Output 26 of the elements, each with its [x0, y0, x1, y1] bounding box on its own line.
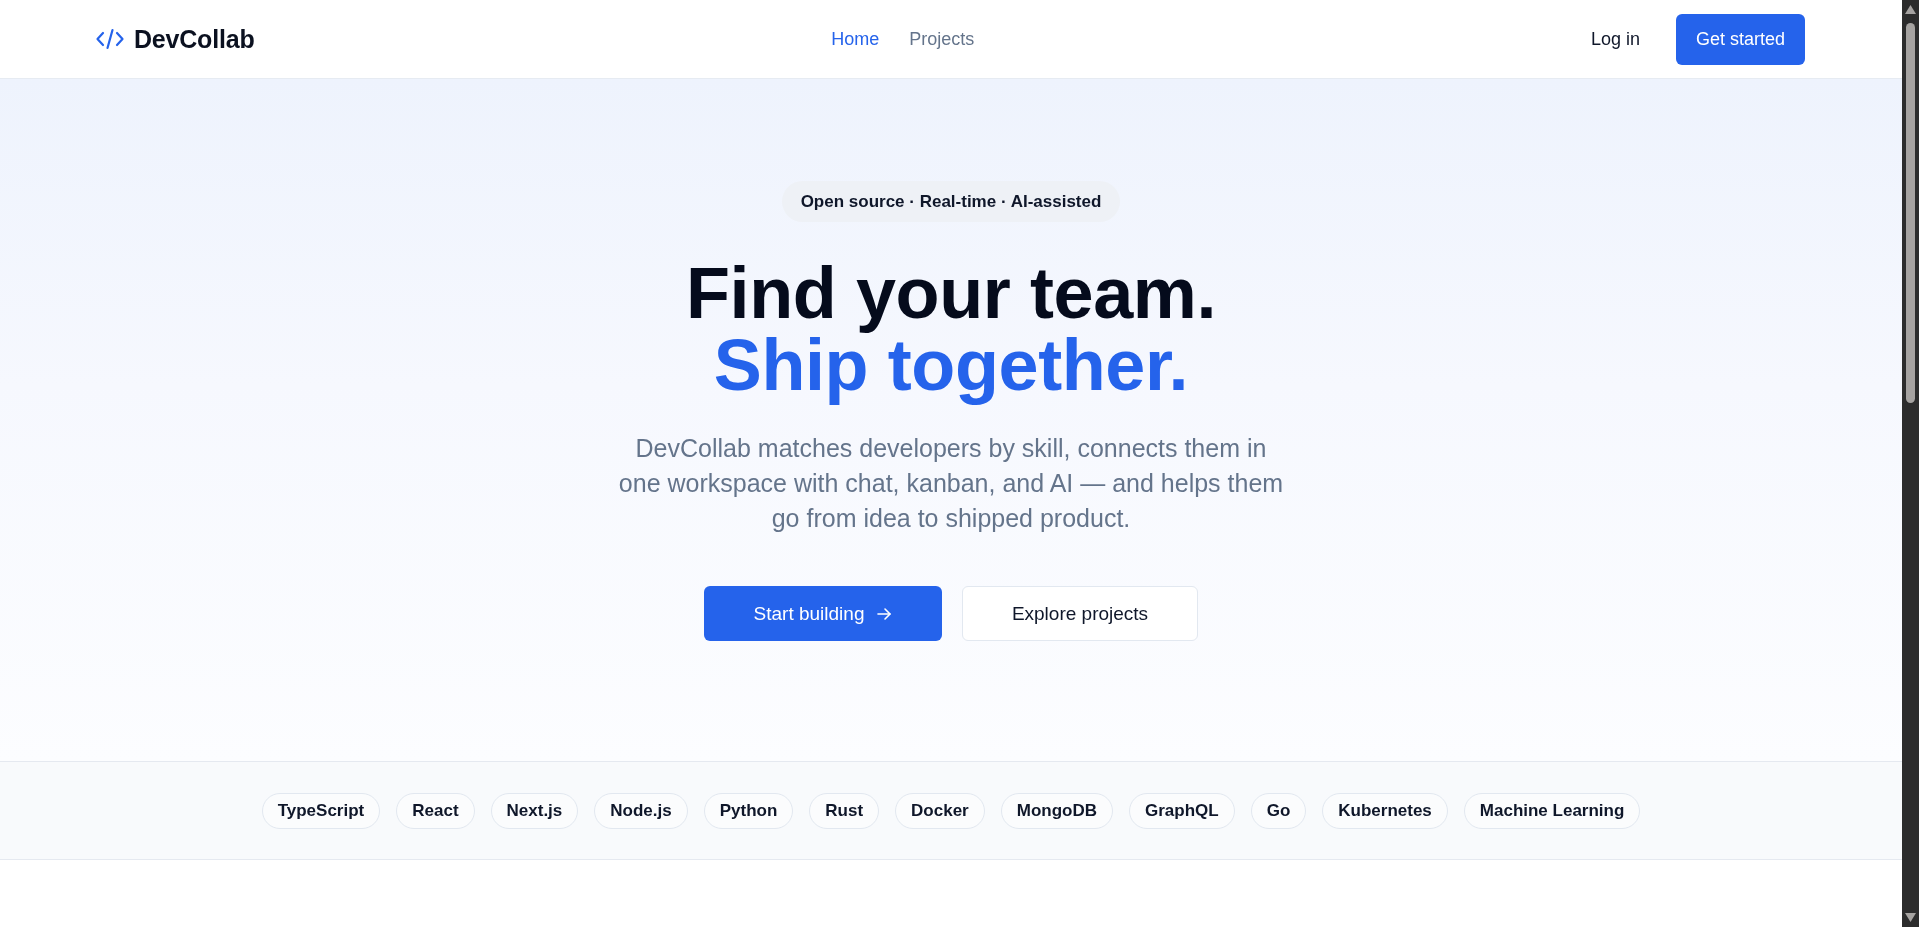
start-building-button[interactable]: Start building	[704, 586, 942, 641]
skill-tag[interactable]: Kubernetes	[1322, 792, 1448, 829]
nav-link[interactable]: Home	[831, 28, 880, 50]
get-started-button[interactable]: Get started	[1675, 13, 1805, 65]
skill-tag[interactable]: GraphQL	[1129, 792, 1235, 829]
skill-tag[interactable]: Rust	[809, 792, 880, 829]
skill-tag[interactable]: MongoDB	[1000, 792, 1113, 829]
scroll-up-arrow-icon[interactable]	[1905, 5, 1916, 14]
skill-tag[interactable]: React	[396, 792, 475, 829]
feature-badge: Open source · Real-time · AI-assisted	[781, 181, 1121, 222]
arrow-right-icon	[876, 605, 893, 622]
skill-tag[interactable]: Python	[703, 792, 794, 829]
skill-tag[interactable]: TypeScript	[261, 792, 381, 829]
login-link[interactable]: Log in	[1590, 28, 1640, 50]
explore-projects-button[interactable]: Explore projects	[962, 586, 1198, 641]
skill-tag[interactable]: Machine Learning	[1463, 792, 1641, 829]
code-icon	[96, 28, 124, 50]
hero-description: DevCollab matches developers by skill, connects them in one workspace with chat, kanban, and AI — and helps them go from idea to shipped product.	[617, 433, 1285, 534]
skill-tag[interactable]: Next.js	[490, 792, 579, 829]
scrollbar-thumb[interactable]	[1906, 23, 1915, 403]
skill-tag[interactable]: Node.js	[594, 792, 688, 829]
brand-name[interactable]: DevCollab	[134, 24, 255, 54]
skill-tag[interactable]: Go	[1250, 792, 1307, 829]
nav-link[interactable]: Projects	[909, 28, 975, 50]
scroll-down-arrow-icon[interactable]	[1905, 913, 1916, 922]
skill-tag[interactable]: Docker	[895, 792, 985, 829]
